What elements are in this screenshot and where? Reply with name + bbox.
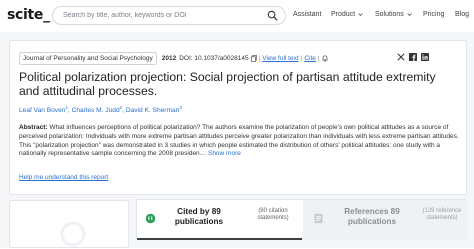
twitter-icon[interactable]	[397, 53, 405, 61]
doi-text: DOI: 10.1037/a0028145	[179, 55, 249, 62]
search-box[interactable]	[52, 6, 286, 25]
separator: |	[317, 55, 320, 62]
citation-tabs: Cited by 89 publications (80 citation st…	[136, 199, 468, 240]
journal-chip[interactable]: Journal of Personality and Social Psycho…	[19, 52, 157, 65]
cited-by-statements: (80 citation statements)	[257, 208, 289, 221]
copy-icon[interactable]	[250, 55, 257, 62]
cited-by-label: Cited by 89 publications	[174, 207, 224, 226]
references-statements: (129 reference statements)	[422, 208, 462, 221]
nav-product-label: Product	[331, 11, 356, 18]
author-link[interactable]: Charles M. Judd2	[71, 105, 123, 115]
author-affiliation-number: 1	[65, 105, 68, 110]
author-name: David K. Sherman	[125, 107, 180, 115]
placeholder-panel	[9, 200, 129, 248]
paper-meta-row: Journal of Personality and Social Psycho…	[19, 52, 328, 65]
document-icon	[314, 213, 323, 224]
nav-solutions-label: Solutions	[375, 11, 404, 18]
chevron-down-icon	[358, 13, 363, 17]
author-link[interactable]: David K. Sherman3	[125, 105, 182, 115]
scite-logo[interactable]: scite_	[7, 7, 50, 23]
nav-blog-label: Blog	[455, 11, 470, 18]
help-understand-link[interactable]: Help me understand this report	[19, 174, 108, 181]
separator: |	[258, 55, 261, 62]
facebook-icon[interactable]	[409, 53, 417, 61]
author-list: Leaf Van Boven1, Charles M. Judd2, David…	[19, 105, 182, 115]
author-link[interactable]: Leaf Van Boven1	[19, 105, 68, 115]
share-icons	[397, 53, 429, 61]
chevron-down-icon	[407, 13, 412, 17]
nav-assistant-label: Assistant	[293, 11, 322, 18]
author-name: Charles M. Judd	[71, 107, 120, 115]
abstract-label: Abstract:	[19, 124, 48, 131]
search-input[interactable]	[63, 12, 263, 19]
paper-title: Political polarization projection: Socia…	[19, 70, 436, 98]
citation-bubble-icon	[145, 213, 156, 224]
tab-references[interactable]: References 89 publications (129 referenc…	[303, 200, 468, 240]
cite-link[interactable]: Cite	[304, 55, 316, 62]
show-more-link[interactable]: Show more	[208, 150, 241, 157]
author-name: Leaf Van Boven	[19, 107, 66, 115]
quote-watermark-icon	[60, 221, 86, 247]
linkedin-icon[interactable]	[421, 53, 429, 61]
author-affiliation-number: 3	[179, 105, 182, 110]
nav-pricing-label: Pricing	[423, 11, 445, 18]
bell-icon[interactable]	[322, 55, 328, 62]
tab-cited-by[interactable]: Cited by 89 publications (80 citation st…	[137, 200, 302, 240]
nav-pricing[interactable]: Pricing	[423, 11, 444, 18]
nav-product[interactable]: Product	[331, 11, 363, 18]
author-affiliation-number: 2	[119, 105, 123, 110]
nav-assistant[interactable]: Assistant	[293, 11, 321, 18]
top-navigation-bar: scite_ Assistant Product Solutions Prici…	[0, 0, 474, 32]
search-icon[interactable]	[267, 10, 278, 21]
references-label: References 89 publications	[344, 207, 400, 226]
nav-blog[interactable]: Blog	[455, 11, 469, 18]
abstract: Abstract: What influences perceptions of…	[19, 124, 464, 159]
publication-year: 2012	[161, 55, 177, 62]
view-full-text-link[interactable]: View full text	[262, 55, 298, 62]
separator: |	[300, 55, 303, 62]
nav-solutions[interactable]: Solutions	[375, 11, 412, 18]
